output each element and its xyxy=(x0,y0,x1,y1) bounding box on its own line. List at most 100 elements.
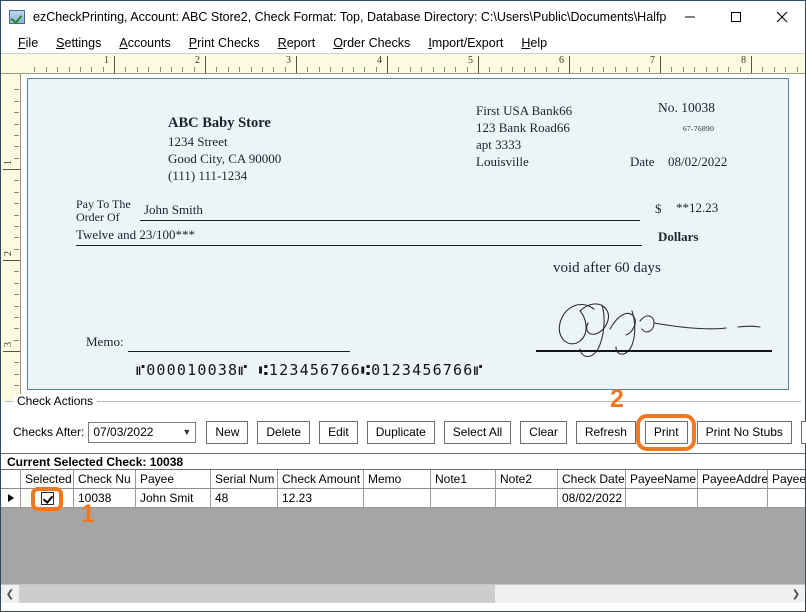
cell-selected[interactable] xyxy=(21,489,74,507)
menu-item-accounts[interactable]: Accounts xyxy=(110,33,179,53)
void-notice: void after 60 days xyxy=(553,260,661,277)
menu-item-settings[interactable]: Settings xyxy=(47,33,110,53)
column-header-memo[interactable]: Memo xyxy=(364,470,431,488)
check-actions-panel: Check Actions 2 Checks After: 07/03/2022… xyxy=(5,401,801,453)
menu-mnemonic: P xyxy=(189,36,197,50)
scrollbar-track[interactable] xyxy=(19,585,787,603)
ruler-minor-tick xyxy=(14,203,19,204)
ruler-minor-tick xyxy=(148,67,149,72)
menu-label: ettings xyxy=(65,36,102,50)
column-header-payee-addr-1[interactable]: PayeeAddre xyxy=(698,470,768,488)
menu-label: rint Checks xyxy=(197,36,260,50)
column-header-check-date[interactable]: Check Date xyxy=(558,470,626,488)
ruler-label: 8 xyxy=(741,55,746,66)
ruler-major-tick xyxy=(569,56,570,73)
column-header-check-amount[interactable]: Check Amount xyxy=(278,470,364,488)
menu-item-file[interactable]: File xyxy=(9,33,47,53)
edit-button[interactable]: Edit xyxy=(319,421,358,444)
column-header-payee-addr-2[interactable]: PayeeAddre xyxy=(768,470,805,488)
print-button[interactable]: Print xyxy=(645,421,688,444)
ruler-major-tick xyxy=(114,56,115,73)
ruler-minor-tick xyxy=(14,374,19,375)
grid-caption: Current Selected Check: 10038 xyxy=(1,453,805,470)
menu-mnemonic: O xyxy=(333,36,343,50)
check-date-value: 08/02/2022 xyxy=(668,154,727,170)
check-actions-legend: Check Actions xyxy=(13,394,97,408)
delete-button[interactable]: Delete xyxy=(257,421,310,444)
help-button[interactable]: Help xyxy=(801,421,806,444)
ruler-minor-tick xyxy=(342,67,343,72)
check-preview[interactable]: ABC Baby Store 1234 Street Good City, CA… xyxy=(27,78,789,390)
grid-body[interactable]: Selected Check Nu Payee Serial Num Check… xyxy=(1,470,805,603)
scrollbar-thumb[interactable] xyxy=(19,585,495,603)
ruler-minor-tick xyxy=(14,192,19,193)
table-row[interactable]: 10038 John Smit 48 12.23 08/02/2022 xyxy=(1,489,805,508)
chevron-right-icon[interactable]: ❯ xyxy=(787,585,805,603)
grid-horizontal-scrollbar[interactable]: ❮ ❯ xyxy=(1,584,805,603)
close-button[interactable] xyxy=(759,2,805,32)
ruler-minor-tick xyxy=(239,67,240,72)
ruler-minor-tick xyxy=(524,67,525,72)
horizontal-ruler: 12345678 xyxy=(1,54,805,74)
menu-item-help[interactable]: Help xyxy=(512,33,556,53)
ruler-label: 4 xyxy=(377,55,382,66)
work-area: 123 ABC Baby Store 1234 Street Good City… xyxy=(1,74,805,401)
ruler-minor-tick xyxy=(251,67,252,72)
ruler-minor-tick xyxy=(285,67,286,72)
ruler-minor-tick xyxy=(376,67,377,72)
clear-button[interactable]: Clear xyxy=(520,421,567,444)
menu-mnemonic: A xyxy=(119,36,127,50)
ruler-minor-tick xyxy=(307,67,308,72)
ruler-minor-tick xyxy=(14,135,19,136)
ruler-minor-tick xyxy=(683,67,684,72)
date-label: Date xyxy=(630,154,655,170)
ruler-minor-tick xyxy=(637,67,638,72)
refresh-button[interactable]: Refresh xyxy=(576,421,636,444)
handwritten-signature xyxy=(536,289,772,357)
ruler-major-tick xyxy=(205,56,206,73)
check-actions-row: Checks After: 07/03/2022 ▼ New Delete Ed… xyxy=(13,420,797,444)
payer-name: ABC Baby Store xyxy=(168,115,271,132)
ruler-minor-tick xyxy=(14,89,19,90)
column-header-serial-num[interactable]: Serial Num xyxy=(211,470,278,488)
column-header-check-nu[interactable]: Check Nu xyxy=(74,470,136,488)
ruler-minor-tick xyxy=(34,67,35,72)
column-header-note1[interactable]: Note1 xyxy=(431,470,496,488)
menu-item-report[interactable]: Report xyxy=(269,33,325,53)
maximize-button[interactable] xyxy=(713,2,759,32)
ruler-minor-tick xyxy=(706,67,707,72)
ruler-major-tick xyxy=(751,56,752,73)
bank-address-line-1: 123 Bank Road66 xyxy=(476,120,570,136)
row-selector-indicator[interactable] xyxy=(1,489,21,507)
column-header-note2[interactable]: Note2 xyxy=(496,470,558,488)
ruler-minor-tick xyxy=(14,340,19,341)
ruler-minor-tick xyxy=(797,67,798,72)
menu-label: eport xyxy=(287,36,316,50)
ruler-minor-tick xyxy=(489,67,490,72)
column-header-payee[interactable]: Payee xyxy=(136,470,211,488)
print-no-stubs-button[interactable]: Print No Stubs xyxy=(697,421,792,444)
ruler-major-tick xyxy=(660,56,661,73)
ruler-minor-tick xyxy=(410,67,411,72)
new-button[interactable]: New xyxy=(206,421,248,444)
ruler-minor-tick xyxy=(14,362,19,363)
column-header-selected[interactable]: Selected xyxy=(21,470,74,488)
ruler-minor-tick xyxy=(717,67,718,72)
minimize-button[interactable] xyxy=(667,2,713,32)
ruler-major-tick xyxy=(478,56,479,73)
column-header-payee-name[interactable]: PayeeName xyxy=(626,470,698,488)
menu-item-import-export[interactable]: Import/Export xyxy=(419,33,512,53)
payer-address-line-1: 1234 Street xyxy=(168,134,228,150)
ruler-minor-tick xyxy=(728,67,729,72)
ruler-minor-tick xyxy=(14,226,19,227)
print-button-wrapper: Print xyxy=(645,421,697,444)
ruler-minor-tick xyxy=(649,67,650,72)
select-all-button[interactable]: Select All xyxy=(444,421,511,444)
menu-item-order-checks[interactable]: Order Checks xyxy=(324,33,419,53)
ruler-label: 6 xyxy=(559,55,564,66)
menu-item-print-checks[interactable]: Print Checks xyxy=(180,33,269,53)
checks-after-date-combo[interactable]: 07/03/2022 ▼ xyxy=(88,422,196,443)
row-selected-checkbox[interactable] xyxy=(41,492,54,505)
duplicate-button[interactable]: Duplicate xyxy=(367,421,435,444)
chevron-left-icon[interactable]: ❮ xyxy=(1,585,19,603)
